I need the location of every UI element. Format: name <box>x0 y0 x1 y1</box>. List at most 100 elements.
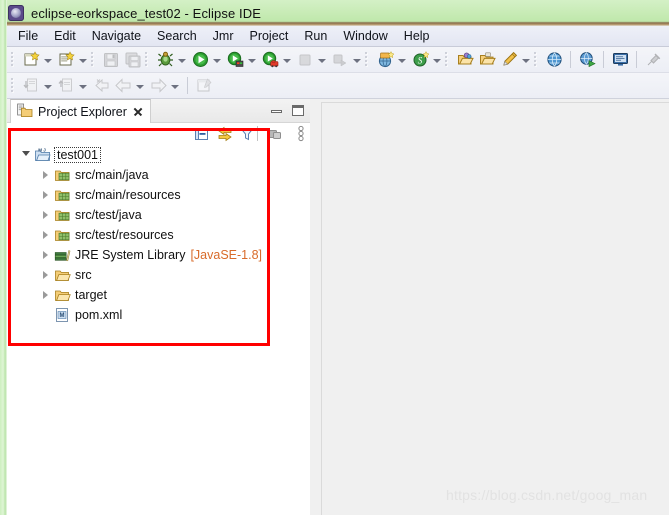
toolbar-grip-4[interactable] <box>365 51 369 68</box>
new-web-project-dropdown[interactable] <box>396 50 407 70</box>
source-folder-icon <box>53 207 71 223</box>
vertical-sash[interactable] <box>310 99 318 515</box>
menu-search[interactable]: Search <box>149 27 205 45</box>
tree-item-target[interactable]: target <box>7 285 302 305</box>
forward-button[interactable] <box>148 76 168 96</box>
pin-console-button[interactable] <box>643 50 663 70</box>
menu-navigate[interactable]: Navigate <box>84 27 149 45</box>
view-menu-button[interactable] <box>292 125 310 143</box>
new-spring-element-button[interactable]: S <box>410 50 430 70</box>
twisty-open-icon[interactable] <box>19 145 33 165</box>
next-annotation-dropdown[interactable] <box>42 76 53 96</box>
toolbar-grip-2[interactable] <box>91 51 95 68</box>
nav-toolbar-grip[interactable] <box>11 77 15 94</box>
next-annotation-button[interactable] <box>21 76 41 96</box>
collapse-all-button[interactable] <box>193 125 211 143</box>
tree-item-src-test-resources[interactable]: src/test/resources <box>7 225 302 245</box>
save-all-button[interactable] <box>123 50 143 70</box>
last-edit-location-button[interactable] <box>91 76 111 96</box>
back-button[interactable] <box>113 76 133 96</box>
menu-window[interactable]: Window <box>335 27 395 45</box>
workbench-area: Project Explorer M J test001 src/main/ja… <box>7 99 669 515</box>
open-console-button[interactable] <box>610 50 630 70</box>
tree-item-jre-system-library[interactable]: JRE System Library [JavaSE-1.8] <box>7 245 302 265</box>
source-folder-icon <box>53 167 71 183</box>
debug-button[interactable] <box>155 50 175 70</box>
menu-help[interactable]: Help <box>396 27 438 45</box>
close-icon[interactable] <box>132 106 144 118</box>
nav-toolbar-separator <box>187 77 188 94</box>
toolbar-grip-6[interactable] <box>534 51 538 68</box>
forward-dropdown[interactable] <box>169 76 180 96</box>
open-task-button[interactable] <box>477 50 497 70</box>
folder-icon <box>53 287 71 303</box>
menu-file[interactable]: File <box>10 27 46 45</box>
maven-pom-icon: M <box>53 307 71 323</box>
debug-dropdown[interactable] <box>176 50 187 70</box>
maximize-icon[interactable] <box>290 103 306 119</box>
tree-item-label: src/test/java <box>75 208 142 222</box>
tree-item-src-main-java[interactable]: src/main/java <box>7 165 302 185</box>
svg-text:J: J <box>43 147 46 152</box>
new-spring-element-dropdown[interactable] <box>431 50 442 70</box>
toolbar-grip[interactable] <box>11 51 15 68</box>
twisty-closed-icon[interactable] <box>39 165 53 185</box>
previous-annotation-button[interactable] <box>56 76 76 96</box>
new-web-project-button[interactable] <box>375 50 395 70</box>
menu-jmr[interactable]: Jmr <box>205 27 242 45</box>
new-editor-button[interactable] <box>194 76 214 96</box>
new-wizard-dropdown[interactable] <box>42 50 53 70</box>
save-button[interactable] <box>101 50 121 70</box>
project-tree[interactable]: M J test001 src/main/java src/main/resou… <box>7 145 302 513</box>
minimize-icon[interactable] <box>269 103 285 119</box>
back-dropdown[interactable] <box>134 76 145 96</box>
toolbar-grip-3[interactable] <box>145 51 149 68</box>
tree-item-src-test-java[interactable]: src/test/java <box>7 205 302 225</box>
link-with-editor-button[interactable] <box>216 125 234 143</box>
previous-annotation-dropdown[interactable] <box>77 76 88 96</box>
skip-breakpoints-dropdown[interactable] <box>351 50 362 70</box>
run-coverage-button[interactable] <box>260 50 280 70</box>
twisty-closed-icon[interactable] <box>39 265 53 285</box>
external-tools-button[interactable] <box>499 50 519 70</box>
run-button[interactable] <box>190 50 210 70</box>
toolbar-separator-b <box>603 51 604 68</box>
focus-on-active-task-button[interactable] <box>238 125 256 143</box>
twisty-closed-icon[interactable] <box>39 245 53 265</box>
open-type-button[interactable] <box>455 50 475 70</box>
run-web-app-button[interactable] <box>577 50 597 70</box>
menu-run[interactable]: Run <box>296 27 335 45</box>
tree-item-label: src/main/java <box>75 168 149 182</box>
minimize-restore-button[interactable] <box>266 125 284 143</box>
run-as-server-button[interactable] <box>225 50 245 70</box>
tree-item-pom-xml[interactable]: M pom.xml <box>7 305 302 325</box>
run-coverage-dropdown[interactable] <box>281 50 292 70</box>
main-toolbar: S <box>0 47 669 73</box>
terminate-dropdown[interactable] <box>316 50 327 70</box>
twisty-closed-icon[interactable] <box>39 205 53 225</box>
tree-item-src[interactable]: src <box>7 265 302 285</box>
tree-item-src-main-resources[interactable]: src/main/resources <box>7 185 302 205</box>
run-as-server-dropdown[interactable] <box>246 50 257 70</box>
menu-project[interactable]: Project <box>241 27 296 45</box>
run-dropdown[interactable] <box>211 50 222 70</box>
external-tools-dropdown[interactable] <box>520 50 531 70</box>
terminate-button[interactable] <box>295 50 315 70</box>
toolbar-grip-5[interactable] <box>445 51 449 68</box>
project-explorer-icon <box>17 103 33 121</box>
view-toolbar <box>7 123 310 145</box>
twisty-closed-icon[interactable] <box>39 185 53 205</box>
folder-icon <box>53 267 71 283</box>
tree-item-test001[interactable]: M J test001 <box>7 145 302 165</box>
twisty-closed-icon[interactable] <box>39 285 53 305</box>
twisty-closed-icon[interactable] <box>39 225 53 245</box>
new-java-class-button[interactable] <box>56 50 76 70</box>
tree-item-label: src/test/resources <box>75 228 174 242</box>
new-wizard-button[interactable] <box>21 50 41 70</box>
open-browser-button[interactable] <box>544 50 564 70</box>
menu-edit[interactable]: Edit <box>46 27 84 45</box>
svg-text:M: M <box>60 313 65 319</box>
skip-breakpoints-button[interactable] <box>330 50 350 70</box>
new-java-class-dropdown[interactable] <box>77 50 88 70</box>
tab-project-explorer[interactable]: Project Explorer <box>10 99 151 123</box>
